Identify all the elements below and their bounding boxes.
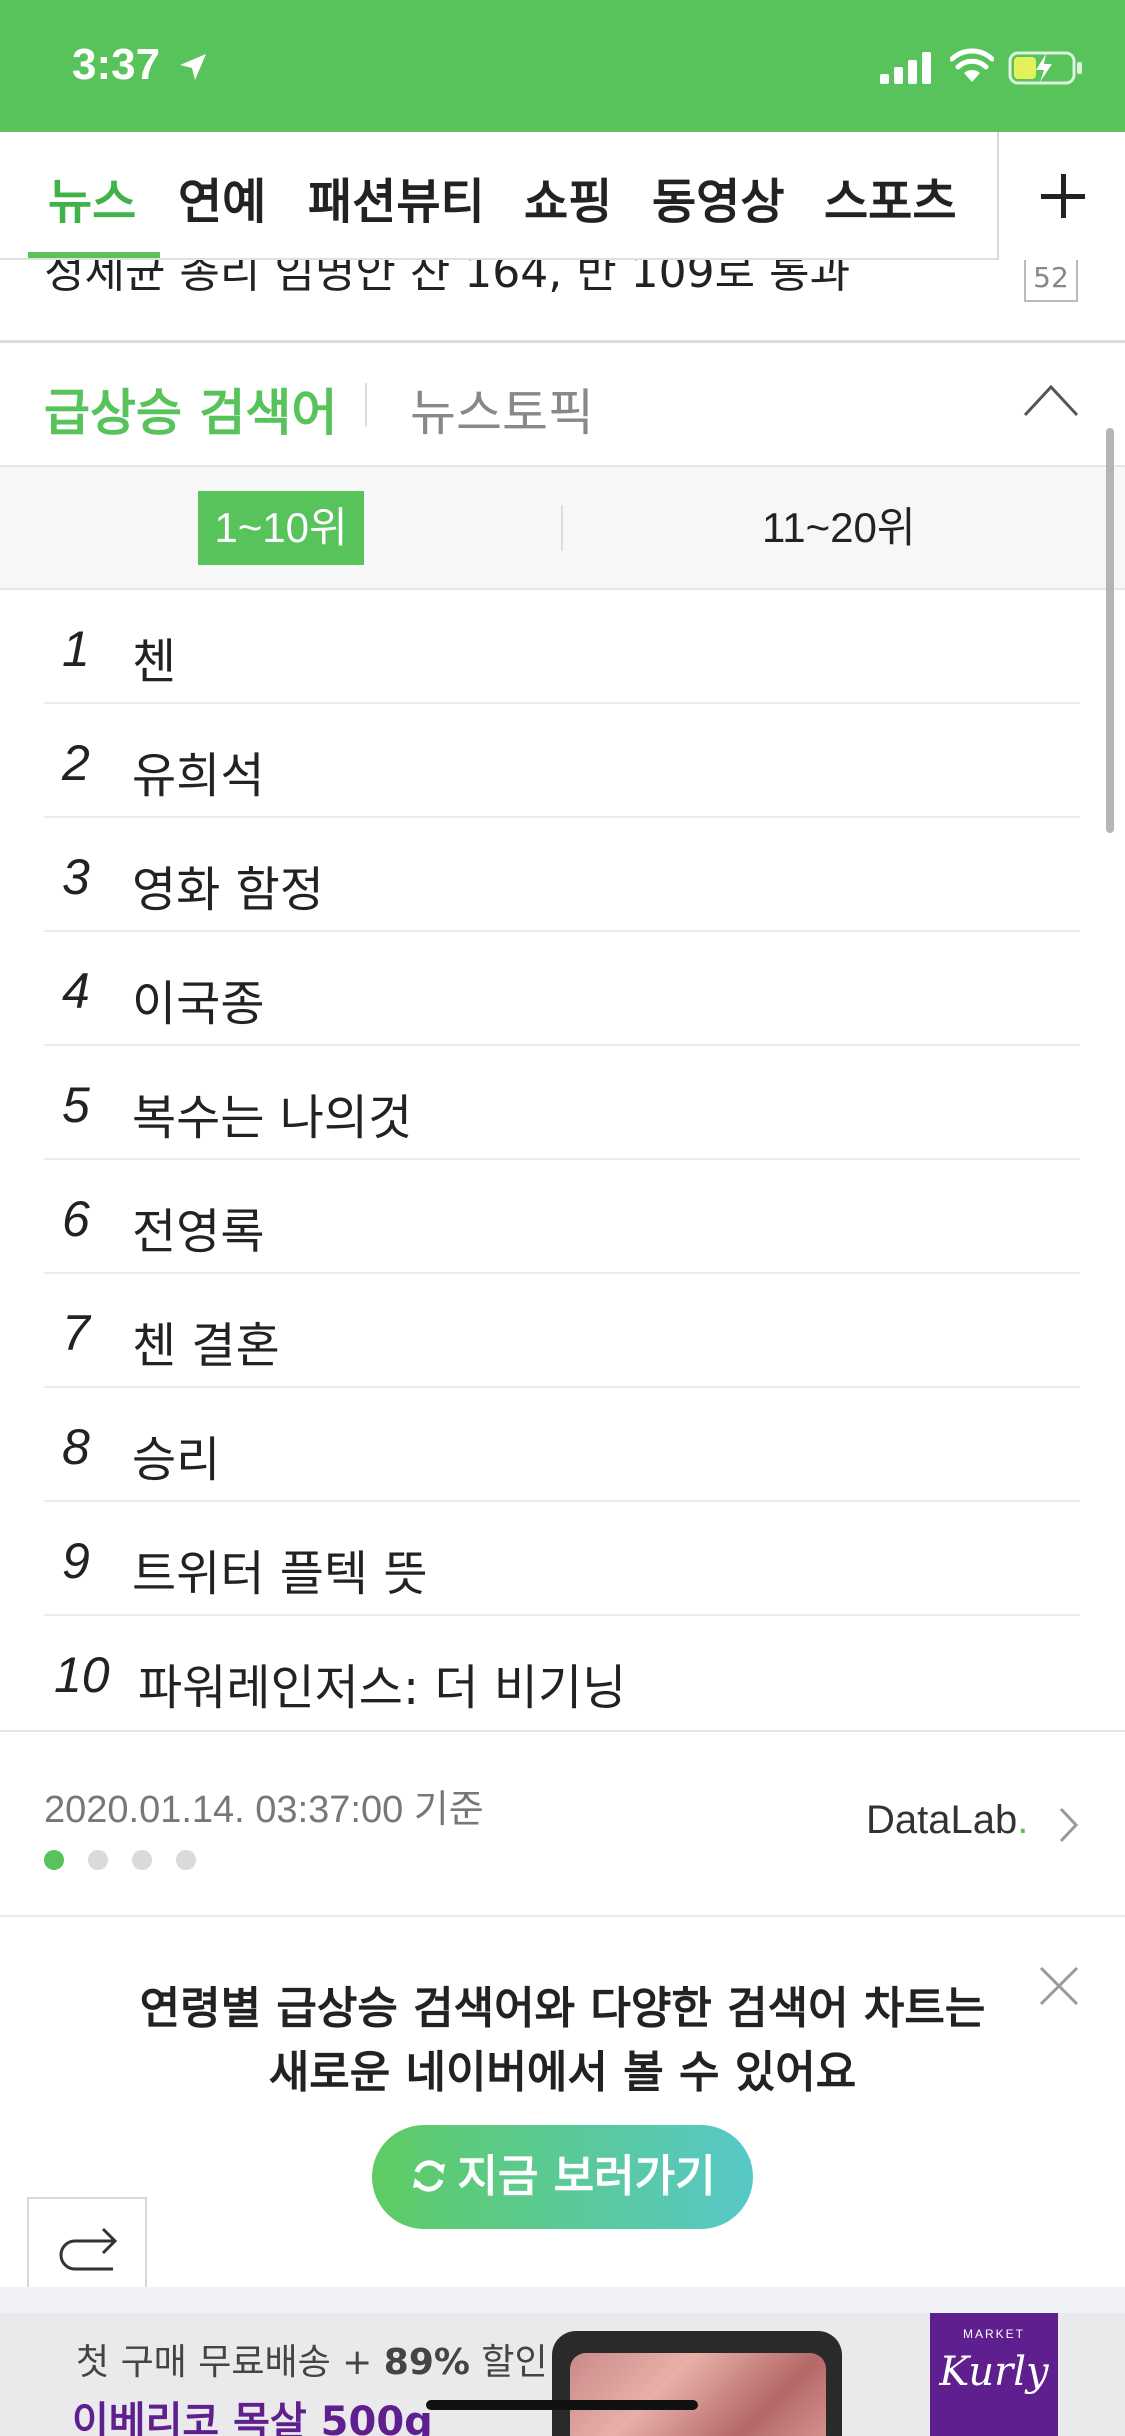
list-divider xyxy=(0,1730,1125,1732)
ad-headline-suffix: 할인 xyxy=(469,2342,548,2383)
rank-range-tabs: 1~10위 11~20위 xyxy=(0,465,1125,590)
share-button[interactable] xyxy=(27,2197,147,2297)
list-item[interactable]: 10 파워레인저스: 더 비기닝 xyxy=(44,1616,1080,1730)
rank-number: 5 xyxy=(62,1077,90,1133)
scrollbar[interactable] xyxy=(1106,428,1114,833)
rank-keyword: 트위터 플텍 뜻 xyxy=(132,1546,428,1602)
logo-kurly-label: Kurly xyxy=(939,2349,1049,2395)
battery-charging-icon xyxy=(1008,51,1082,85)
tab-fashion-beauty[interactable]: 패션뷰티 xyxy=(308,162,485,232)
location-arrow-icon xyxy=(180,54,206,80)
go-now-button[interactable]: 지금 보러가기 xyxy=(372,2125,753,2229)
list-item[interactable]: 1 첸 xyxy=(44,590,1080,704)
range-tab-1-10[interactable]: 1~10위 xyxy=(198,491,364,565)
promo-line-1: 연령별 급상승 검색어와 다양한 검색어 차트는 xyxy=(139,1983,986,2034)
rank-number: 9 xyxy=(62,1533,90,1589)
list-item[interactable]: 8 승리 xyxy=(44,1388,1080,1502)
news-headline-item[interactable]: 정세균 총리 임명안 찬 164, 반 109로 통과 52 xyxy=(0,260,1125,340)
tab-news-topic[interactable]: 뉴스토픽 xyxy=(410,373,594,445)
list-item[interactable]: 9 트위터 플텍 뜻 xyxy=(44,1502,1080,1616)
list-item[interactable]: 7 첸 결혼 xyxy=(44,1274,1080,1388)
market-kurly-logo: MARKET Kurly xyxy=(930,2313,1058,2436)
chevron-up-icon[interactable] xyxy=(1022,381,1080,419)
list-item[interactable]: 4 이국종 xyxy=(44,932,1080,1046)
list-item[interactable]: 5 복수는 나의것 xyxy=(44,1046,1080,1160)
status-bar: 3:37 xyxy=(0,0,1125,132)
rank-keyword: 이국종 xyxy=(132,976,265,1032)
list-item[interactable]: 3 영화 함정 xyxy=(44,818,1080,932)
page-dot-active[interactable] xyxy=(44,1850,64,1870)
rank-keyword: 승리 xyxy=(132,1432,221,1488)
rank-number: 2 xyxy=(62,735,90,791)
rank-keyword: 복수는 나의것 xyxy=(132,1090,413,1146)
tab-shopping[interactable]: 쇼핑 xyxy=(524,162,612,232)
cellular-signal-icon xyxy=(880,52,931,84)
rank-number: 10 xyxy=(54,1647,110,1703)
ad-product-image xyxy=(570,2353,826,2436)
logo-market-label: MARKET xyxy=(962,2327,1025,2341)
wifi-icon xyxy=(950,48,994,82)
realtime-search-header: 급상승 검색어 뉴스토픽 xyxy=(0,343,1125,465)
list-item[interactable]: 6 전영록 xyxy=(44,1160,1080,1274)
datalab-dot: . xyxy=(1017,1798,1029,1842)
rank-number: 4 xyxy=(62,963,90,1019)
tab-rising-searches[interactable]: 급상승 검색어 xyxy=(44,373,337,445)
rank-keyword: 첸 xyxy=(132,634,177,690)
range-tab-11-20[interactable]: 11~20위 xyxy=(762,491,915,565)
tab-entertainment[interactable]: 연예 xyxy=(178,162,266,232)
comment-count-badge: 52 xyxy=(1024,260,1078,302)
new-naver-promo: 연령별 급상승 검색어와 다양한 검색어 차트는 새로운 네이버에서 볼 수 있… xyxy=(0,1917,1125,2287)
page-dot[interactable] xyxy=(132,1850,152,1870)
ad-headline-prefix: 첫 구매 무료배송 + xyxy=(76,2342,384,2383)
ad-banner[interactable]: 첫 구매 무료배송 + 89% 할인 이베리코 목살 500g MARKET K… xyxy=(0,2313,1125,2436)
rank-number: 8 xyxy=(62,1419,90,1475)
tab-divider xyxy=(365,383,367,427)
promo-message: 연령별 급상승 검색어와 다양한 검색어 차트는 새로운 네이버에서 볼 수 있… xyxy=(0,1977,1125,2105)
datalab-label: DataLab xyxy=(866,1798,1018,1842)
range-divider xyxy=(561,505,563,551)
list-item[interactable]: 2 유희석 xyxy=(44,704,1080,818)
rank-keyword: 전영록 xyxy=(132,1204,265,1260)
top-navigation: 뉴스 연예 패션뷰티 쇼핑 동영상 스포츠 xyxy=(0,132,1125,260)
ad-area: 첫 구매 무료배송 + 89% 할인 이베리코 목살 500g MARKET K… xyxy=(0,2287,1125,2436)
tab-video[interactable]: 동영상 xyxy=(652,162,784,232)
datalab-link[interactable]: DataLab. xyxy=(866,1798,1028,1843)
rank-keyword: 유희석 xyxy=(132,748,265,804)
rank-number: 1 xyxy=(62,621,90,677)
tab-news[interactable]: 뉴스 xyxy=(48,162,136,232)
refresh-icon xyxy=(413,2160,446,2192)
ad-headline: 첫 구매 무료배송 + 89% 할인 xyxy=(76,2333,548,2385)
tab-sports[interactable]: 스포츠 xyxy=(824,162,956,232)
rank-keyword: 영화 함정 xyxy=(132,862,324,918)
ranking-list: 1 첸 2 유희석 3 영화 함정 4 이국종 5 복수는 나의것 6 전영록 … xyxy=(0,590,1125,1730)
close-icon[interactable] xyxy=(1038,1965,1080,2007)
page-dot[interactable] xyxy=(176,1850,196,1870)
share-arrow-icon xyxy=(59,2227,118,2271)
rank-number: 6 xyxy=(62,1191,90,1247)
rank-keyword: 파워레인저스: 더 비기닝 xyxy=(138,1660,627,1716)
page-dot[interactable] xyxy=(88,1850,108,1870)
ad-product-name: 이베리코 목살 500g xyxy=(72,2399,433,2436)
news-headline: 정세균 총리 임명안 찬 164, 반 109로 통과 xyxy=(44,260,851,298)
status-time: 3:37 xyxy=(72,40,161,89)
promo-line-2: 새로운 네이버에서 볼 수 있어요 xyxy=(268,2047,857,2098)
rank-keyword: 첸 결혼 xyxy=(132,1318,280,1374)
home-indicator[interactable] xyxy=(426,2400,698,2410)
ad-discount: 89% xyxy=(383,2342,470,2383)
rank-number: 3 xyxy=(62,849,90,905)
go-now-label: 지금 보러가기 xyxy=(457,2151,716,2202)
plus-icon[interactable] xyxy=(997,132,1125,260)
chevron-right-icon[interactable] xyxy=(1058,1806,1080,1844)
rank-number: 7 xyxy=(62,1305,90,1361)
ranking-timestamp: 2020.01.14. 03:37:00 기준 xyxy=(44,1789,484,1831)
